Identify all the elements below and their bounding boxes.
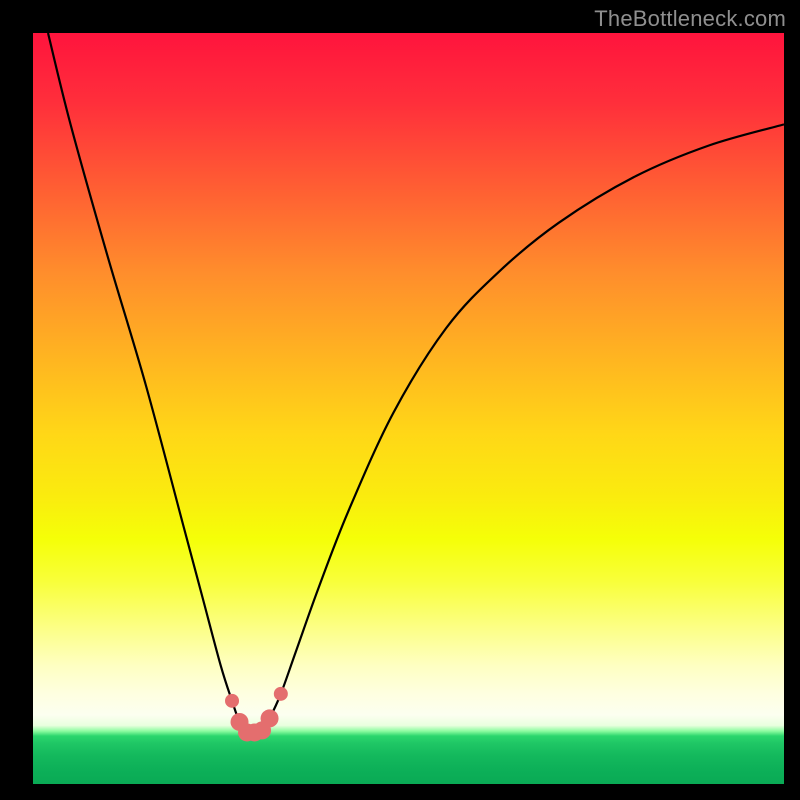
curve-marker xyxy=(274,687,288,701)
curve-marker xyxy=(261,709,279,727)
plot-area xyxy=(33,33,784,784)
curve-marker xyxy=(225,694,239,708)
watermark-text: TheBottleneck.com xyxy=(594,6,786,32)
bottleneck-curve xyxy=(33,33,784,784)
chart-frame: TheBottleneck.com xyxy=(0,0,800,800)
